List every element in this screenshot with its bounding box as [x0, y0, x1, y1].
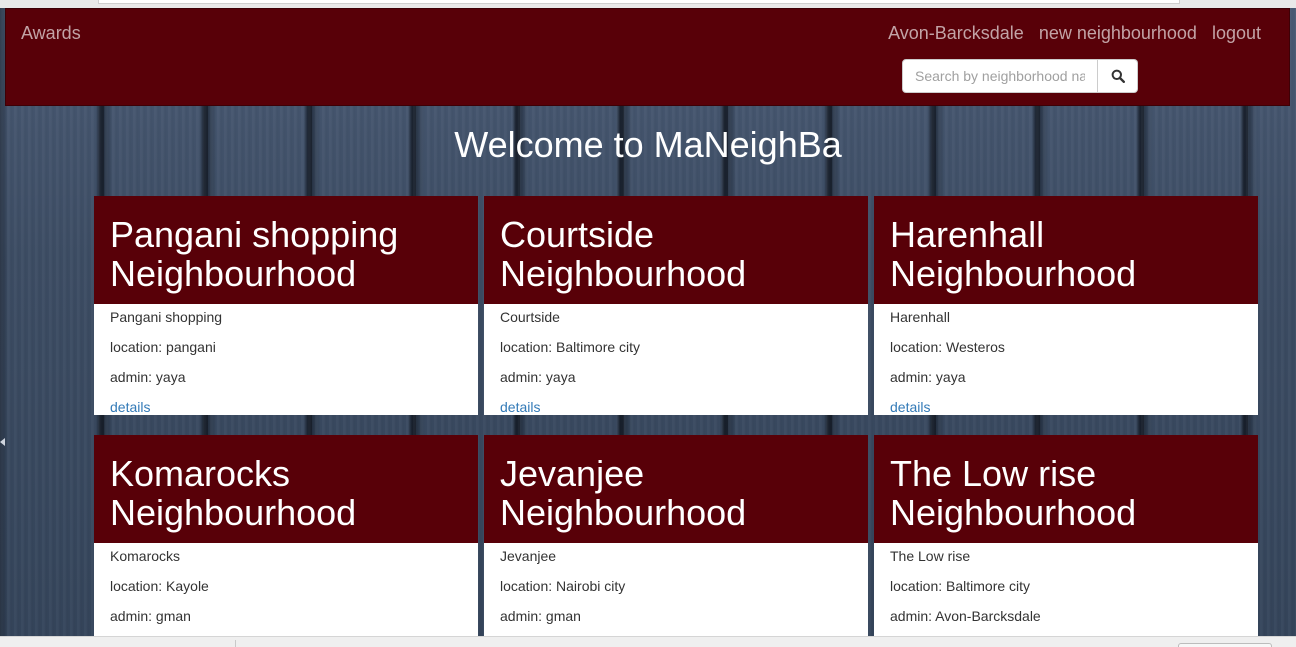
- card-body: Courtside location: Baltimore city admin…: [484, 304, 868, 415]
- browser-bottom-strip: [0, 636, 1296, 647]
- card-title-line1: Pangani shopping: [110, 214, 399, 255]
- page-title: Welcome to MaNeighBa: [454, 124, 842, 165]
- card-name: The Low rise: [890, 548, 971, 564]
- card-admin: admin: yaya: [500, 369, 576, 385]
- card-title-line1: Komarocks: [110, 453, 291, 494]
- card-location: location: pangani: [110, 339, 216, 355]
- nav-links: Avon-Barcksdale new neighbourhood logout: [888, 23, 1261, 44]
- card-header: Pangani shopping Neighbourhood: [94, 196, 478, 304]
- search-form: [902, 59, 1138, 93]
- navbar: Awards Avon-Barcksdale new neighbourhood…: [5, 8, 1290, 106]
- card-title-line2: Neighbourhood: [110, 253, 357, 294]
- details-link[interactable]: details: [890, 399, 930, 415]
- card-title-line1: Harenhall: [890, 214, 1045, 255]
- card-body: The Low rise location: Baltimore city ad…: [874, 543, 1258, 636]
- card-location: location: Westeros: [890, 339, 1005, 355]
- card-body: Jevanjee location: Nairobi city admin: g…: [484, 543, 868, 636]
- search-icon: [1111, 69, 1125, 83]
- card-header: Jevanjee Neighbourhood: [484, 435, 868, 543]
- card-name: Pangani shopping: [110, 309, 223, 325]
- details-link[interactable]: details: [110, 399, 150, 415]
- card-admin: admin: yaya: [110, 369, 186, 385]
- card-header: The Low rise Neighbourhood: [874, 435, 1258, 543]
- card-body: Harenhall location: Westeros admin: yaya…: [874, 304, 1258, 415]
- side-collapse-arrow-icon[interactable]: [0, 438, 5, 446]
- neighbourhood-card: The Low rise Neighbourhood The Low rise …: [874, 435, 1258, 636]
- nav-new-neighbourhood-link[interactable]: new neighbourhood: [1039, 23, 1197, 44]
- card-location: location: Baltimore city: [890, 578, 1031, 594]
- card-title-line2: Neighbourhood: [500, 492, 747, 533]
- search-button[interactable]: [1098, 59, 1138, 93]
- browser-top-strip: [0, 0, 1296, 8]
- card-title-line2: Neighbourhood: [110, 492, 357, 533]
- card-body: Pangani shopping location: pangani admin…: [94, 304, 478, 415]
- neighbourhood-card: Jevanjee Neighbourhood Jevanjee location…: [484, 435, 868, 636]
- address-bar-edge: [98, 0, 1180, 4]
- brand-link[interactable]: Awards: [21, 23, 81, 44]
- card-header: Komarocks Neighbourhood: [94, 435, 478, 543]
- search-input[interactable]: [902, 59, 1098, 93]
- card-title-line2: Neighbourhood: [890, 492, 1137, 533]
- card-title-line2: Neighbourhood: [890, 253, 1137, 294]
- card-admin: admin: Avon-Barcksdale: [890, 608, 1041, 624]
- card-admin: admin: gman: [500, 608, 581, 624]
- card-name: Komarocks: [110, 548, 181, 564]
- card-name: Jevanjee: [500, 548, 557, 564]
- card-name: Courtside: [500, 309, 560, 325]
- card-admin: admin: yaya: [890, 369, 966, 385]
- card-title-line2: Neighbourhood: [500, 253, 747, 294]
- card-title-line1: Jevanjee: [500, 453, 645, 494]
- status-separator: [235, 640, 236, 647]
- card-header: Harenhall Neighbourhood: [874, 196, 1258, 304]
- card-location: location: Kayole: [110, 578, 209, 594]
- nav-logout-link[interactable]: logout: [1212, 23, 1261, 44]
- nav-user-link[interactable]: Avon-Barcksdale: [888, 23, 1024, 44]
- card-title-line1: The Low rise: [890, 453, 1097, 494]
- neighbourhood-card: Harenhall Neighbourhood Harenhall locati…: [874, 196, 1258, 415]
- card-location: location: Nairobi city: [500, 578, 626, 594]
- card-name: Harenhall: [890, 309, 950, 325]
- card-body: Komarocks location: Kayole admin: gman d…: [94, 543, 478, 636]
- neighbourhood-card: Pangani shopping Neighbourhood Pangani s…: [94, 196, 478, 415]
- card-admin: admin: gman: [110, 608, 191, 624]
- bottom-tab[interactable]: [1178, 643, 1272, 647]
- details-link[interactable]: details: [500, 399, 540, 415]
- neighbourhood-card: Komarocks Neighbourhood Komarocks locati…: [94, 435, 478, 636]
- card-location: location: Baltimore city: [500, 339, 641, 355]
- card-title-line1: Courtside: [500, 214, 655, 255]
- card-header: Courtside Neighbourhood: [484, 196, 868, 304]
- neighbourhood-card: Courtside Neighbourhood Courtside locati…: [484, 196, 868, 415]
